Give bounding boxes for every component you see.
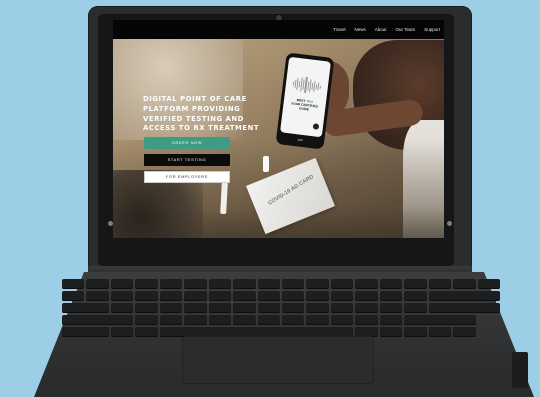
test-kit-label: COVID-19 AG CARD [267,173,315,207]
nav-item-support[interactable]: Support [424,27,440,32]
nav-item-travel[interactable]: Travel [333,27,345,32]
start-testing-button[interactable]: START TESTING [144,154,230,166]
phone-action-icon [312,123,320,130]
for-employers-button[interactable]: FOR EMPLOYERS [144,171,230,183]
phone-screen: MEET TAVI YOUR CERTIFIED GUIDE [280,56,331,138]
phone-mockup: MEET TAVI YOUR CERTIFIED GUIDE cue [275,52,335,150]
top-nav: Travel News About Our Team Support [113,20,444,39]
phone-headline-rest: YOUR CERTIFIED GUIDE [290,101,319,112]
phone-logo: cue [297,137,304,143]
soundwave-icon [292,75,322,94]
nav-item-news[interactable]: News [355,27,366,32]
bezel-indicator [447,221,452,226]
nav-item-about[interactable]: About [375,27,387,32]
website-screen: COVID-19 AG CARD MEET TAVI YOUR CERTIFIE… [113,20,444,238]
phone-headline: MEET TAVI YOUR CERTIFIED GUIDE [287,97,322,113]
hero-title: DIGITAL POINT OF CARE PLATFORM PROVIDING… [143,95,260,133]
touchpad[interactable] [182,336,374,384]
nav-item-our-team[interactable]: Our Team [396,27,416,32]
keyboard [62,279,500,337]
test-vial [263,156,269,172]
lenovo-logo-icon [512,352,528,388]
order-now-button[interactable]: ORDER NOW [144,137,230,149]
